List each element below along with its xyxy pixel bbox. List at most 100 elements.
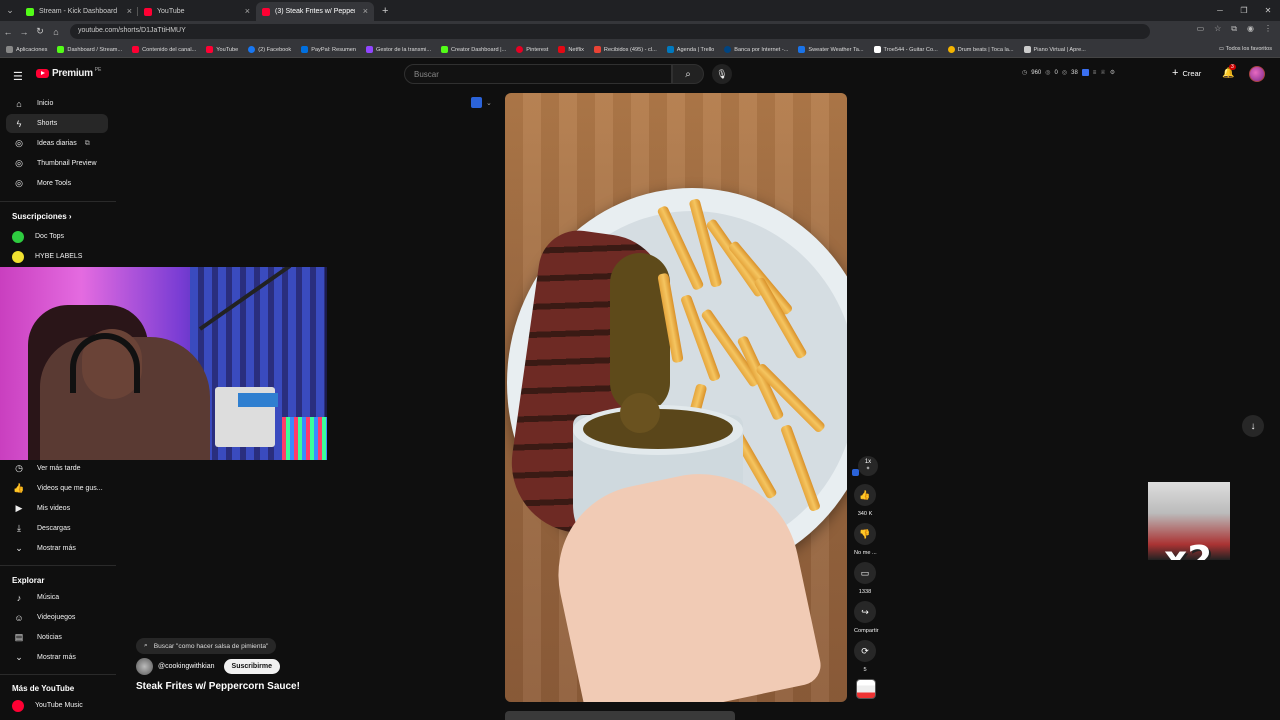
notifications-button[interactable]: 🔔 3 <box>1222 64 1236 79</box>
sidebar-sub-hybe[interactable]: HYBE LABELS <box>6 247 108 266</box>
ideas-icon: ◎ <box>15 138 23 148</box>
bookmark-item[interactable]: Banca por Internet -... <box>724 46 788 53</box>
forward-icon[interactable]: → <box>16 27 32 37</box>
tab-steak-frites[interactable]: (3) Steak Frites w/ Peppercorn Sauce! × <box>256 2 374 21</box>
bookmark-item[interactable]: Troe544 - Guitar Co... <box>873 46 938 53</box>
close-tab-icon[interactable]: × <box>127 6 132 16</box>
bookmark-item[interactable]: Drum beats | Toca la... <box>947 46 1014 53</box>
twitch-icon <box>366 46 373 53</box>
sidebar-item-home[interactable]: ⌂ Inicio <box>6 94 108 113</box>
sidebar-item-news[interactable]: ▤ Noticias <box>6 628 108 647</box>
bookmark-item[interactable]: Netflix <box>558 46 584 53</box>
search-input[interactable]: Buscar <box>404 64 672 84</box>
sidebar-item-more-tools[interactable]: ◎ More Tools <box>6 174 108 193</box>
browser-menu-icon[interactable]: ⋮ <box>1264 24 1272 34</box>
sidebar-item-liked-videos[interactable]: 👍 Videos que me gus... <box>6 479 108 498</box>
next-short-preview[interactable] <box>505 711 735 720</box>
gmail-icon <box>593 46 601 53</box>
bookmark-star-icon[interactable]: ☆ <box>1214 24 1221 34</box>
bookmark-item[interactable]: Dashboard / Stream... <box>57 46 122 53</box>
next-short-button[interactable]: ↓ <box>1242 415 1264 437</box>
sidebar-item-music[interactable]: ♪ Música <box>6 588 108 607</box>
related-search-chip[interactable]: ⌕ Buscar "como hacer salsa de pimienta" <box>136 638 277 654</box>
bookmark-item[interactable]: Piano Virtual | Apre... <box>1023 46 1086 53</box>
url-field[interactable]: youtube.com/shorts/D1JaTtiHMUY <box>70 24 1150 39</box>
chevron-right-icon: › <box>68 212 72 221</box>
sidebar-item-youtube-music[interactable]: YouTube Music <box>6 696 108 715</box>
sidebar-item-downloads[interactable]: ⤓ Descargas <box>6 519 108 538</box>
stream-alert-overlay: x2 <box>1148 482 1230 560</box>
share-button[interactable]: ↪ Compartir <box>854 601 879 634</box>
sidebar-item-show-more[interactable]: ⌄ Mostrar más <box>6 539 108 558</box>
netflix-icon <box>558 46 566 53</box>
bookmark-item[interactable]: Recibidos (495) - cl... <box>593 46 657 53</box>
pinterest-icon <box>516 46 524 53</box>
reload-icon[interactable]: ↻ <box>32 26 48 37</box>
search-button[interactable]: ⌕ <box>672 64 704 84</box>
comments-button[interactable]: ▭ 1338 <box>854 562 876 595</box>
extension-cam-icon[interactable] <box>471 97 482 108</box>
hamburger-menu-icon[interactable]: ☰ <box>13 70 23 83</box>
sidebar-item-thumbnail-preview[interactable]: ◎ Thumbnail Preview <box>6 154 108 173</box>
chevron-down-icon[interactable]: ⌄ <box>486 99 492 107</box>
tab-search-icon[interactable]: ⌄ <box>0 0 20 21</box>
channel-avatar[interactable] <box>136 658 153 675</box>
restore-icon[interactable]: ❐ <box>1232 6 1256 15</box>
new-tab-button[interactable]: + <box>374 5 396 17</box>
divider <box>0 201 116 202</box>
all-bookmarks-folder[interactable]: ▭ Todos los favoritos <box>1219 46 1272 52</box>
create-button[interactable]: + Crear <box>1172 67 1201 79</box>
trophy-icon[interactable]: ♕ <box>1100 69 1105 76</box>
cast-icon[interactable]: ▭ <box>1197 24 1205 34</box>
tab-youtube[interactable]: YouTube × <box>138 2 256 21</box>
profile-icon[interactable]: ◉ <box>1247 24 1254 34</box>
bookmark-item[interactable]: (2) Facebook <box>248 46 291 53</box>
home-icon[interactable]: ⌂ <box>48 27 64 37</box>
subscriptions-heading[interactable]: Suscripciones › <box>12 212 72 221</box>
close-tab-icon[interactable]: × <box>245 6 250 16</box>
guitar-icon <box>873 46 881 53</box>
bookmark-item[interactable]: Gestor de la transmi... <box>366 46 431 53</box>
tab-kick-dashboard[interactable]: Stream - Kick Dashboard × <box>20 2 138 21</box>
extension-icon[interactable] <box>1081 69 1089 76</box>
close-tab-icon[interactable]: × <box>363 6 368 16</box>
youtube-premium-logo[interactable]: Premium PE <box>36 67 101 79</box>
bookmark-item[interactable]: Pinterest <box>516 46 548 53</box>
sidebar-item-show-more-explore[interactable]: ⌄ Mostrar más <box>6 648 108 667</box>
list-icon[interactable]: ≡ <box>1093 70 1097 76</box>
minimize-icon[interactable]: ─ <box>1208 6 1232 15</box>
remix-button[interactable]: ⟳ 5 <box>854 640 876 673</box>
settings-icon[interactable]: ⚙ <box>1110 69 1115 76</box>
short-top-controls: ⌄ <box>471 97 492 108</box>
bookmark-item[interactable]: Sweater Weather Ta... <box>798 46 864 53</box>
like-button[interactable]: 👍 340 K <box>854 484 876 517</box>
short-video-player[interactable] <box>505 93 847 702</box>
bookmark-item[interactable]: Agenda | Trello <box>666 46 714 53</box>
bookmark-item[interactable]: Contenido del canal... <box>132 46 196 53</box>
channel-name[interactable]: @cookingwithkian <box>158 663 215 670</box>
subscribe-button[interactable]: Suscribirme <box>223 659 280 674</box>
account-avatar[interactable] <box>1249 66 1265 82</box>
bookmark-item[interactable]: YouTube <box>206 46 238 53</box>
short-title[interactable]: Steak Frites w/ Peppercorn Sauce! <box>136 681 300 692</box>
sound-thumbnail[interactable] <box>856 679 876 699</box>
back-icon[interactable]: ← <box>0 27 16 37</box>
extension-cam-icon[interactable] <box>852 469 859 476</box>
close-window-icon[interactable]: ✕ <box>1256 6 1280 15</box>
sidebar-item-ideas[interactable]: ◎ Ideas diarias ⧉ <box>6 134 108 153</box>
sidebar-sub-doc-tops[interactable]: Doc Tops <box>6 227 108 246</box>
sidebar-item-my-videos[interactable]: ▶ Mis videos <box>6 499 108 518</box>
playback-speed-button[interactable]: 1x ◆ <box>858 456 878 476</box>
bookmark-item[interactable]: Aplicaciones <box>6 46 47 53</box>
sidebar-item-shorts[interactable]: ϟ Shorts <box>6 114 108 133</box>
kick-icon <box>57 46 65 53</box>
extensions-icon[interactable]: ⧉ <box>1231 24 1237 34</box>
sidebar-item-watch-later[interactable]: ◷ Ver más tarde <box>6 459 108 478</box>
search-icon: ⌕ <box>144 642 148 649</box>
voice-search-button[interactable]: 🎙 <box>712 64 732 84</box>
sidebar-item-gaming[interactable]: ☺ Videojuegos <box>6 608 108 627</box>
bookmark-item[interactable]: PayPal: Resumen <box>301 46 356 53</box>
clock-icon: ◷ <box>1022 70 1028 76</box>
bookmark-item[interactable]: Creator Dashboard |... <box>441 46 506 53</box>
dislike-button[interactable]: 👎 No me ... <box>854 523 877 556</box>
